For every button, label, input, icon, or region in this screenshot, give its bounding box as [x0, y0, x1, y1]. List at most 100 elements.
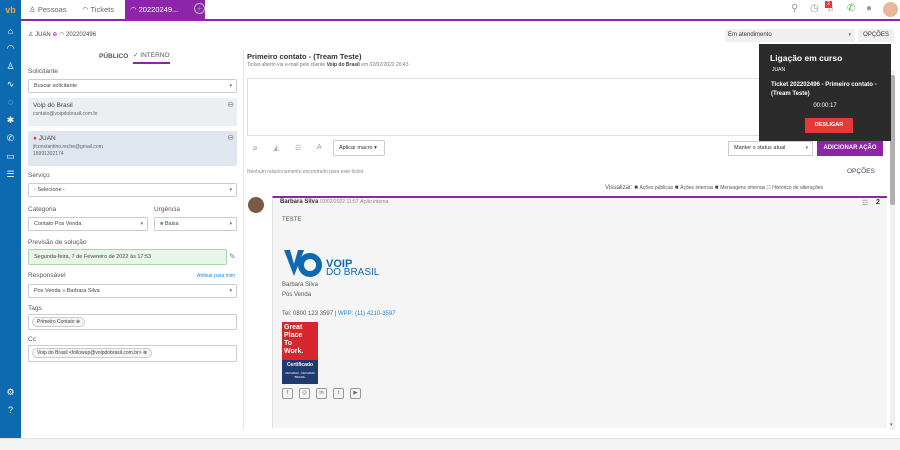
categoria-value: Contato Pos Venda: [34, 221, 82, 227]
logo-text-brasil: DO BRASIL: [326, 267, 380, 278]
macro-select[interactable]: Aplicar macro ▾: [333, 140, 385, 156]
categoria-select[interactable]: Contato Pos Venda ▾: [28, 217, 148, 231]
help-icon[interactable]: ?: [0, 404, 21, 416]
visibility-internal[interactable]: ✓ INTERNO: [133, 51, 170, 64]
chevron-down-icon: ▾: [229, 221, 232, 227]
action-menu-icon[interactable]: ☲: [862, 199, 868, 207]
panel-divider: [243, 50, 244, 430]
status-select-value: Em atendimento: [728, 32, 772, 38]
filter-internal-label: Ações internas: [680, 185, 714, 191]
chevron-down-icon: ▾: [848, 32, 851, 38]
hangup-button[interactable]: DESLIGAR: [805, 118, 853, 133]
logo-icon[interactable]: vb: [0, 4, 21, 16]
facebook-icon[interactable]: f: [282, 388, 293, 399]
breadcrumb-ticket: 202202496: [66, 32, 97, 38]
filter-internal[interactable]: ■ Ações internas: [675, 185, 713, 191]
home-icon[interactable]: ⌂: [0, 25, 21, 37]
tags-label: Tags: [28, 305, 42, 312]
chat-icon[interactable]: ◌: [0, 96, 21, 108]
tab-ticket-active[interactable]: ◠ 20220249...: [125, 0, 205, 19]
chevron-down-icon: ▾: [140, 221, 143, 227]
list-icon[interactable]: ☰: [0, 168, 21, 180]
phone-status-icon[interactable]: ✆: [847, 3, 855, 15]
ticket-title: Primeiro contato - (Tream Teste): [247, 52, 362, 61]
add-circle-icon[interactable]: ⊕: [52, 32, 57, 38]
tab-tickets[interactable]: ◠ Tickets: [77, 0, 119, 19]
linkedin-icon[interactable]: in: [316, 388, 327, 399]
solicitante-search[interactable]: Buscar solicitante ▾: [28, 79, 237, 93]
options-label: OPÇÕES: [863, 32, 889, 38]
cc-chip[interactable]: Voip do Brasil <followup@voipdobrasil.co…: [32, 348, 153, 358]
servico-select[interactable]: - Selecione - ▾: [28, 183, 237, 197]
status-select[interactable]: Em atendimento ▾: [725, 29, 855, 42]
inbox-icon[interactable]: ▭: [0, 150, 21, 162]
tags-field[interactable]: Primeiro Contato ⊗: [28, 314, 237, 330]
options-button[interactable]: OPÇÕES: [858, 29, 894, 42]
user-avatar[interactable]: [883, 2, 898, 17]
bug-icon[interactable]: ✱: [0, 114, 21, 126]
remove-tag-icon[interactable]: ⊗: [76, 319, 80, 325]
clock-icon[interactable]: ◷: [810, 3, 819, 15]
contact-card[interactable]: ● JUAN jfconstantino.reche@gmail.com 189…: [28, 131, 237, 166]
tag-chip[interactable]: Primeiro Contato ⊗: [32, 317, 86, 327]
categoria-label: Categoria: [28, 206, 57, 213]
filter-history[interactable]: □ Histórico de alterações: [767, 185, 823, 191]
scroll-down-icon[interactable]: ▾: [890, 422, 893, 428]
atribuir-link[interactable]: Atribuir para mim: [197, 273, 235, 279]
responsavel-select[interactable]: Pos Venda » Barbara Silva ▾: [28, 284, 237, 298]
previsao-field[interactable]: Segunda-feira, 7 de Fevereiro de 2022 às…: [28, 249, 227, 265]
phone-icon[interactable]: ✆: [0, 132, 21, 144]
action-author: Barbara Silva: [280, 199, 319, 205]
text-color-icon[interactable]: A: [317, 144, 322, 151]
add-tab-icon[interactable]: +: [194, 3, 205, 14]
org-email: contato@voipdobrasil.com.br: [33, 111, 98, 117]
settings-icon[interactable]: ⚙: [0, 386, 21, 398]
servico-value: - Selecione -: [34, 187, 65, 193]
online-status-dot: ●: [33, 135, 37, 142]
solicitante-label: Solicitante: [28, 68, 58, 75]
urgencia-label: Urgência: [154, 206, 181, 213]
filter-public[interactable]: ■ Ações públicas: [634, 185, 673, 191]
youtube-icon[interactable]: ▶: [350, 388, 361, 399]
add-action-button[interactable]: ADICIONAR AÇÃO: [817, 141, 883, 156]
filter-messages[interactable]: ■ Mensagens internas: [715, 185, 765, 191]
chat-status-icon[interactable]: ●: [866, 3, 872, 15]
tab-ticket-label: 20220249...: [138, 5, 179, 14]
breadcrumb-user[interactable]: JUAN: [35, 32, 51, 38]
chevron-down-icon: ▾: [374, 145, 377, 151]
urgencia-select[interactable]: ■ Baixa ▾: [154, 217, 237, 231]
remove-cc-icon[interactable]: ⊗: [143, 350, 147, 356]
status-keep-select[interactable]: Manter o status atual ▾: [728, 141, 813, 156]
gptw-line-4: Work.: [284, 348, 304, 355]
remove-org-icon[interactable]: ⊖: [227, 100, 234, 109]
chevron-down-icon: ▾: [229, 83, 232, 89]
tab-pessoas[interactable]: ♙ Pessoas: [24, 0, 72, 19]
search-icon[interactable]: ⚲: [791, 3, 798, 15]
image-icon[interactable]: ◭: [274, 144, 279, 152]
chevron-down-icon: ▾: [805, 145, 808, 151]
edit-pencil-icon[interactable]: ✎: [229, 252, 236, 261]
people-icon[interactable]: ♙: [0, 60, 21, 72]
cc-field[interactable]: Voip do Brasil <followup@voipdobrasil.co…: [28, 345, 237, 362]
attach-icon[interactable]: ⌀: [253, 144, 257, 152]
remove-contact-icon[interactable]: ⊖: [227, 133, 234, 142]
action-body-text: TESTE: [282, 217, 302, 223]
signature-wpp-link[interactable]: WPP: (11) 4210-3597: [338, 311, 396, 317]
format-icon[interactable]: ☲: [295, 144, 301, 152]
headset-icon[interactable]: ◠: [0, 42, 21, 54]
visibility-public[interactable]: PÚBLICO: [99, 53, 128, 60]
action-date: 03/02/2022 11:57: [320, 199, 359, 205]
action-header: Barbara Silva 03/02/2022 11:57 Ação inte…: [280, 199, 388, 205]
no-relationship-text: Nenhum relacionamento encontrado para es…: [247, 169, 364, 175]
chart-icon[interactable]: ∿: [0, 78, 21, 90]
twitter-icon[interactable]: t: [333, 388, 344, 399]
notification-badge: 2: [825, 1, 832, 8]
call-timer: 00:00:17: [813, 103, 837, 109]
call-ticket[interactable]: Ticket 202202496 - Primeiro contato - (T…: [771, 81, 887, 99]
ticket-subtitle-pre: Ticket aberto via e-mail pelo cliente: [247, 62, 327, 68]
instagram-icon[interactable]: ◎: [299, 388, 310, 399]
responsavel-label: Responsável: [28, 272, 66, 279]
options-secondary[interactable]: OPÇÕES: [847, 168, 875, 175]
macro-label: Aplicar macro: [339, 145, 373, 151]
org-card[interactable]: Voip do Brasil contato@voipdobrasil.com.…: [28, 98, 237, 126]
